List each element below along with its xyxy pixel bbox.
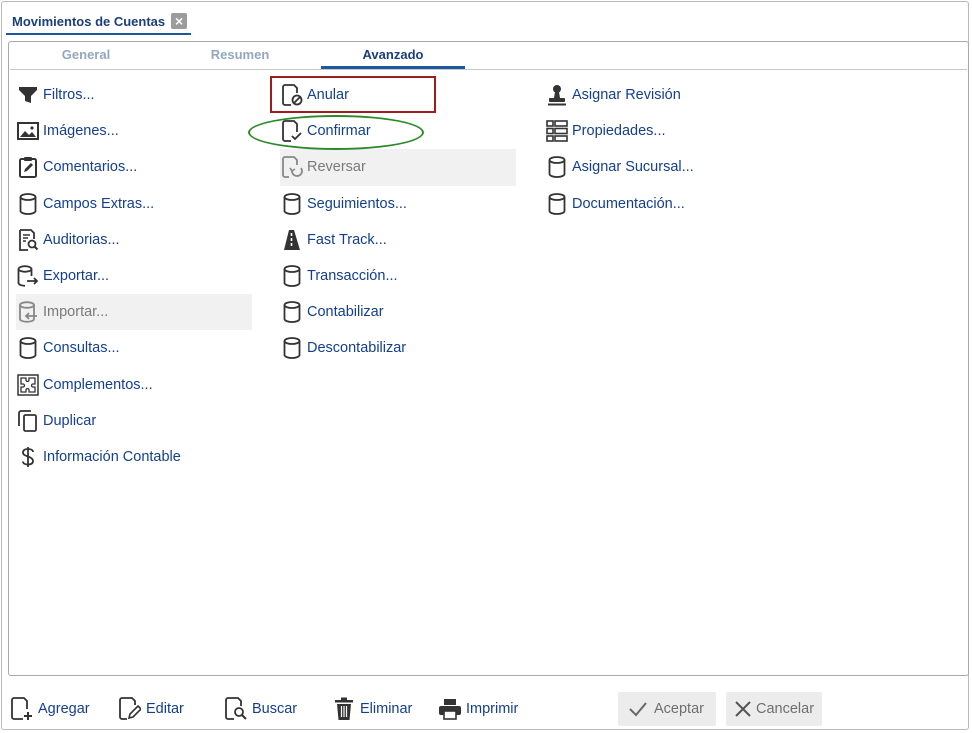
menu-item-label: Asignar Sucursal... — [572, 159, 694, 176]
trash-icon — [332, 697, 356, 721]
search-button[interactable]: Buscar — [224, 692, 297, 726]
menu-item-label: Consultas... — [43, 340, 120, 357]
menu-item-label: Duplicar — [43, 412, 97, 429]
menu-item-label: Seguimientos... — [307, 195, 407, 212]
menu-item-campos-extras[interactable]: Campos Extras... — [16, 186, 252, 222]
menu-item-asignar-revision[interactable]: Asignar Revisión — [545, 77, 781, 113]
menu-item-descontabilizar[interactable]: Descontabilizar — [280, 330, 516, 366]
database-icon — [281, 301, 303, 324]
menu-item-transaccion[interactable]: Transacción... — [280, 258, 516, 294]
menu-item-auditorias[interactable]: Auditorias... — [16, 222, 252, 258]
menu-item-importar[interactable]: Importar... — [16, 294, 252, 331]
properties-grid-icon — [546, 120, 568, 143]
accept-button[interactable]: Aceptar — [618, 692, 716, 726]
menu-item-label: Documentación... — [572, 195, 685, 212]
footer-toolbar: Agregar Editar Buscar Eliminar Imprimir — [8, 690, 968, 728]
menu-item-contabilizar[interactable]: Contabilizar — [280, 294, 516, 330]
actions-column-1: Filtros... Imágenes... Comentarios... Ca… — [16, 77, 252, 475]
menu-item-label: Comentarios... — [43, 159, 138, 176]
database-icon — [17, 192, 39, 215]
menu-item-label: Información Contable — [43, 448, 181, 465]
document-tab[interactable]: Movimientos de Cuentas × — [6, 9, 192, 35]
menu-item-label: Propiedades... — [572, 123, 666, 140]
tab-bar: General Resumen Avanzado — [10, 42, 967, 70]
menu-item-reversar[interactable]: Reversar — [280, 149, 516, 186]
add-button-label: Agregar — [38, 701, 90, 717]
menu-item-label: Auditorias... — [43, 231, 120, 248]
menu-item-imagenes[interactable]: Imágenes... — [16, 113, 252, 149]
search-button-label: Buscar — [252, 701, 298, 717]
menu-item-asignar-sucursal[interactable]: Asignar Sucursal... — [545, 149, 781, 185]
cancel-button-label: Cancelar — [756, 701, 815, 717]
tab-avanzado[interactable]: Avanzado — [321, 42, 465, 69]
menu-item-label: Reversar — [307, 159, 366, 176]
add-document-icon — [10, 697, 34, 721]
database-icon — [281, 192, 303, 215]
actions-column-3: Asignar Revisión Propiedades... Asignar … — [545, 77, 781, 222]
checkmark-icon — [626, 697, 650, 721]
menu-item-label: Imágenes... — [43, 123, 119, 140]
menu-item-label: Complementos... — [43, 376, 153, 393]
document-search-icon — [17, 228, 39, 251]
menu-item-informacion-contable[interactable]: Información Contable — [16, 439, 252, 475]
accept-button-label: Aceptar — [654, 701, 704, 717]
printer-icon — [438, 697, 462, 721]
image-icon — [17, 120, 39, 142]
dollar-icon — [17, 446, 39, 468]
menu-item-label: Transacción... — [307, 268, 398, 285]
database-import-icon — [17, 301, 39, 323]
database-icon — [17, 337, 39, 360]
funnel-icon — [17, 84, 39, 106]
menu-item-comentarios[interactable]: Comentarios... — [16, 149, 252, 185]
menu-item-label: Contabilizar — [307, 304, 384, 321]
menu-item-label: Filtros... — [43, 87, 95, 104]
window: Movimientos de Cuentas × General Resumen… — [1, 1, 969, 730]
clipboard-edit-icon — [17, 156, 39, 179]
menu-item-label: Importar... — [43, 304, 109, 321]
print-button[interactable]: Imprimir — [438, 692, 518, 726]
close-x-icon — [734, 697, 752, 721]
database-icon — [546, 192, 568, 215]
menu-item-label: Fast Track... — [307, 231, 387, 248]
close-icon[interactable]: × — [171, 13, 188, 29]
database-icon — [281, 337, 303, 360]
menu-item-label: Descontabilizar — [307, 340, 407, 357]
database-icon — [546, 156, 568, 179]
tab-resumen[interactable]: Resumen — [198, 42, 282, 68]
edit-button[interactable]: Editar — [118, 692, 184, 726]
cancel-button[interactable]: Cancelar — [726, 692, 822, 726]
menu-item-consultas[interactable]: Consultas... — [16, 330, 252, 366]
edit-document-icon — [118, 697, 142, 721]
menu-item-label: Campos Extras... — [43, 195, 155, 212]
database-export-icon — [17, 265, 39, 287]
search-document-icon — [224, 697, 248, 721]
annotation-highlight-ellipse — [248, 115, 424, 150]
stamp-icon — [546, 84, 568, 106]
print-button-label: Imprimir — [466, 701, 519, 717]
fast-track-icon — [281, 229, 303, 251]
tab-general[interactable]: General — [50, 42, 122, 68]
menu-item-seguimientos[interactable]: Seguimientos... — [280, 186, 516, 222]
database-icon — [281, 265, 303, 287]
edit-button-label: Editar — [146, 701, 184, 717]
delete-button-label: Eliminar — [360, 701, 413, 717]
puzzle-icon — [17, 373, 39, 396]
menu-item-label: Exportar... — [43, 268, 110, 285]
copy-icon — [17, 409, 39, 432]
menu-item-complementos[interactable]: Complementos... — [16, 367, 252, 403]
menu-item-exportar[interactable]: Exportar... — [16, 258, 252, 294]
delete-button[interactable]: Eliminar — [332, 692, 412, 726]
document-undo-icon — [281, 156, 303, 179]
menu-item-propiedades[interactable]: Propiedades... — [545, 113, 781, 149]
menu-item-documentacion[interactable]: Documentación... — [545, 186, 781, 222]
menu-item-fast-track[interactable]: Fast Track... — [280, 222, 516, 258]
menu-item-duplicar[interactable]: Duplicar — [16, 403, 252, 439]
annotation-highlight-box — [270, 76, 436, 113]
menu-item-filtros[interactable]: Filtros... — [16, 77, 252, 113]
menu-item-label: Asignar Revisión — [572, 87, 681, 104]
document-tab-title: Movimientos de Cuentas — [12, 13, 166, 29]
add-button[interactable]: Agregar — [10, 692, 90, 726]
